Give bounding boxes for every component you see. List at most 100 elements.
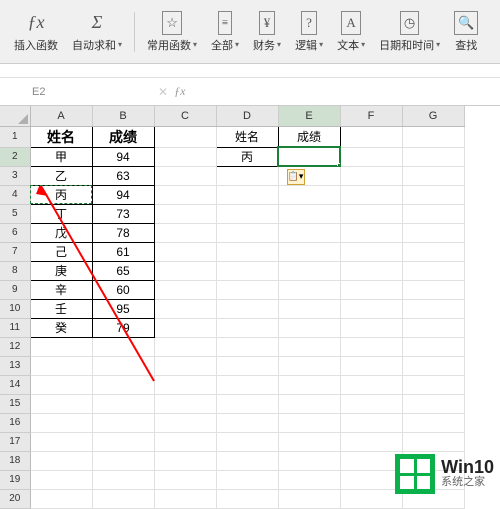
cell[interactable] [402, 166, 464, 185]
cancel-icon[interactable]: ✕ [158, 85, 168, 99]
cell[interactable] [154, 204, 216, 223]
cell[interactable] [216, 432, 278, 451]
cell[interactable] [154, 451, 216, 470]
name-box[interactable] [0, 78, 150, 105]
cell[interactable] [92, 489, 154, 508]
row-header[interactable]: 19 [0, 470, 30, 489]
cell[interactable] [402, 318, 464, 337]
select-all-corner[interactable] [0, 106, 30, 126]
cell[interactable] [216, 375, 278, 394]
cell[interactable] [402, 147, 464, 166]
cell[interactable] [340, 242, 402, 261]
cell[interactable] [278, 470, 340, 489]
cell[interactable]: 成绩 [92, 126, 154, 147]
cell[interactable]: 📋▾ [278, 166, 340, 185]
col-header-g[interactable]: G [402, 106, 464, 126]
cell[interactable] [216, 242, 278, 261]
row-header[interactable]: 9 [0, 280, 30, 299]
cell[interactable] [154, 413, 216, 432]
cell[interactable] [340, 204, 402, 223]
cell[interactable]: 丙 [216, 147, 278, 166]
cell[interactable] [216, 223, 278, 242]
cell[interactable] [154, 223, 216, 242]
cell[interactable]: 甲 [30, 147, 92, 166]
cell[interactable] [340, 432, 402, 451]
row-header[interactable]: 5 [0, 204, 30, 223]
row-header[interactable]: 12 [0, 337, 30, 356]
cell[interactable]: 94 [92, 147, 154, 166]
cell[interactable] [216, 413, 278, 432]
cell[interactable] [340, 356, 402, 375]
cell[interactable] [216, 356, 278, 375]
cell[interactable]: 65 [92, 261, 154, 280]
cell[interactable] [278, 356, 340, 375]
cell[interactable] [30, 337, 92, 356]
cell[interactable] [30, 489, 92, 508]
cell[interactable] [92, 451, 154, 470]
cell[interactable] [30, 451, 92, 470]
cell[interactable] [154, 299, 216, 318]
row-header[interactable]: 16 [0, 413, 30, 432]
cell[interactable]: 丁 [30, 204, 92, 223]
row-header[interactable]: 14 [0, 375, 30, 394]
logic-button[interactable]: ? 逻辑▾ [289, 9, 329, 55]
cell[interactable] [278, 489, 340, 508]
paste-options-icon[interactable]: 📋▾ [287, 169, 305, 185]
lookup-button[interactable]: 🔍 查找 [448, 9, 484, 55]
cell[interactable] [278, 223, 340, 242]
fx-icon[interactable]: ƒx [174, 84, 185, 99]
cell[interactable] [340, 451, 402, 470]
cell[interactable] [216, 166, 278, 185]
cell[interactable] [340, 318, 402, 337]
cell[interactable] [278, 185, 340, 204]
cell[interactable] [340, 489, 402, 508]
cell[interactable] [340, 375, 402, 394]
cell[interactable] [154, 489, 216, 508]
cell[interactable] [340, 337, 402, 356]
cell[interactable] [30, 413, 92, 432]
cell[interactable] [154, 261, 216, 280]
cell[interactable] [340, 147, 402, 166]
cell[interactable] [154, 318, 216, 337]
cell[interactable]: 戊 [30, 223, 92, 242]
cell[interactable] [216, 280, 278, 299]
row-header[interactable]: 13 [0, 356, 30, 375]
cell[interactable] [154, 147, 216, 166]
cell[interactable] [92, 356, 154, 375]
row-header[interactable]: 8 [0, 261, 30, 280]
cell[interactable] [340, 413, 402, 432]
cell[interactable] [278, 337, 340, 356]
cell[interactable]: 辛 [30, 280, 92, 299]
cell[interactable]: 61 [92, 242, 154, 261]
cell[interactable] [340, 126, 402, 147]
col-header-d[interactable]: D [216, 106, 278, 126]
row-header[interactable]: 20 [0, 489, 30, 508]
common-functions-button[interactable]: ☆ 常用函数▾ [141, 9, 203, 55]
cell[interactable] [92, 413, 154, 432]
cell[interactable] [216, 185, 278, 204]
row-header[interactable]: 1 [0, 126, 30, 147]
cell[interactable] [278, 432, 340, 451]
cell[interactable] [340, 470, 402, 489]
cell[interactable] [92, 394, 154, 413]
cell[interactable] [30, 432, 92, 451]
autosum-button[interactable]: Σ 自动求和▾ [66, 9, 128, 55]
cell[interactable] [278, 451, 340, 470]
cell[interactable]: 94 [92, 185, 154, 204]
cell-copied[interactable]: 丙 [30, 185, 92, 204]
formula-input[interactable] [193, 78, 500, 105]
all-functions-button[interactable]: ≡ 全部▾ [205, 9, 245, 55]
row-header[interactable]: 4 [0, 185, 30, 204]
cell[interactable] [216, 489, 278, 508]
cell[interactable] [402, 242, 464, 261]
row-header[interactable]: 17 [0, 432, 30, 451]
cell[interactable] [340, 261, 402, 280]
cell[interactable] [278, 318, 340, 337]
cell[interactable]: 95 [92, 299, 154, 318]
cell[interactable]: 63 [92, 166, 154, 185]
row-header[interactable]: 3 [0, 166, 30, 185]
cell[interactable] [278, 375, 340, 394]
cell[interactable] [154, 242, 216, 261]
cell[interactable] [216, 261, 278, 280]
cell[interactable] [340, 299, 402, 318]
